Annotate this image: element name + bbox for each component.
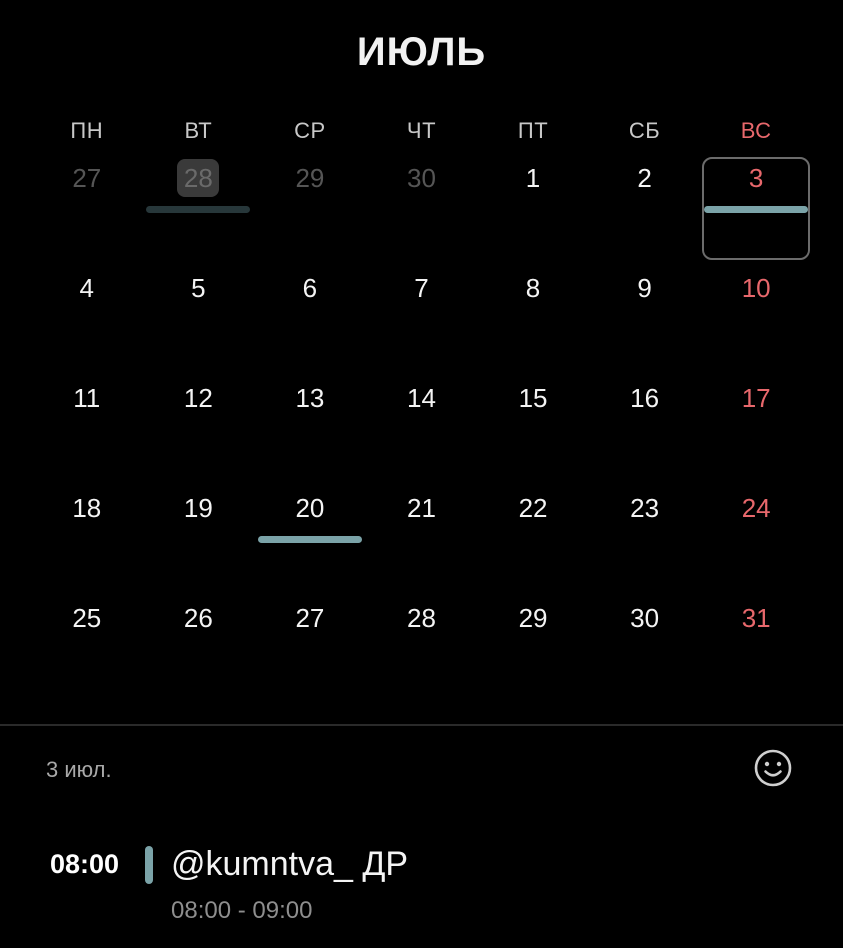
calendar-screen: ИЮЛЬ ПН ВТ СР ЧТ ПТ СБ ВС 27 28 29 30 1 2 3 4 5 6 7 8 9 10 1… bbox=[0, 0, 843, 948]
day-cell[interactable]: 23 bbox=[589, 486, 701, 596]
selected-date-label: 3 июл. bbox=[46, 757, 112, 782]
day-cell[interactable]: 22 bbox=[477, 486, 589, 596]
day-cell[interactable]: 12 bbox=[143, 376, 255, 486]
day-number: 28 bbox=[177, 159, 220, 197]
weekday-label: ВС bbox=[740, 118, 772, 143]
day-number: 4 bbox=[79, 273, 95, 303]
event-indicator bbox=[704, 206, 809, 213]
day-number: 7 bbox=[414, 273, 429, 303]
event-title: @kumntva_ ДР bbox=[171, 845, 409, 883]
day-number: 30 bbox=[407, 163, 436, 193]
day-cell[interactable]: 4 bbox=[31, 266, 143, 376]
day-cell[interactable]: 26 bbox=[143, 596, 255, 706]
day-number: 17 bbox=[741, 383, 771, 413]
day-number: 24 bbox=[741, 493, 771, 523]
day-cell[interactable]: 16 bbox=[589, 376, 701, 486]
day-number: 18 bbox=[72, 493, 102, 523]
day-cell[interactable]: 30 bbox=[366, 156, 478, 266]
day-cell[interactable]: 1 bbox=[477, 156, 589, 266]
day-cell[interactable]: 28 bbox=[366, 596, 478, 706]
day-cell[interactable]: 29 bbox=[477, 596, 589, 706]
day-cell[interactable]: 27 bbox=[254, 596, 366, 706]
day-cell[interactable]: 20 bbox=[254, 486, 366, 596]
day-cell[interactable]: 29 bbox=[254, 156, 366, 266]
day-number: 11 bbox=[73, 383, 101, 413]
event-color-marker bbox=[145, 846, 153, 884]
month-grid: 27 28 29 30 1 2 3 4 5 6 7 8 9 10 11 12 13 14 15 16 17 18 19 20 2… bbox=[31, 156, 812, 706]
day-cell[interactable]: 24 bbox=[700, 486, 812, 596]
day-number: 30 bbox=[630, 603, 660, 633]
weekday-header: ПН ВТ СР ЧТ ПТ СБ ВС bbox=[31, 118, 812, 144]
day-number: 19 bbox=[183, 493, 213, 523]
day-number: 9 bbox=[637, 273, 652, 303]
day-cell[interactable]: 6 bbox=[254, 266, 366, 376]
day-cell[interactable]: 21 bbox=[366, 486, 478, 596]
day-cell[interactable]: 19 bbox=[143, 486, 255, 596]
day-number: 22 bbox=[518, 493, 548, 523]
day-cell[interactable]: 13 bbox=[254, 376, 366, 486]
day-cell[interactable]: 17 bbox=[700, 376, 812, 486]
day-number: 5 bbox=[191, 273, 206, 303]
day-number: 27 bbox=[72, 163, 102, 193]
day-number: 14 bbox=[407, 383, 436, 413]
day-number: 8 bbox=[525, 273, 541, 303]
day-number: 27 bbox=[295, 603, 325, 633]
agenda-event[interactable]: 08:00 @kumntva_ ДР 08:00 - 09:00 bbox=[0, 843, 843, 933]
day-number: 23 bbox=[630, 493, 660, 523]
day-number: 29 bbox=[295, 163, 325, 193]
day-cell[interactable]: 11 bbox=[31, 376, 143, 486]
day-number: 10 bbox=[741, 273, 771, 303]
day-cell[interactable]: 15 bbox=[477, 376, 589, 486]
weekday-label: ПТ bbox=[517, 118, 549, 143]
day-cell[interactable]: 30 bbox=[589, 596, 701, 706]
smiley-icon[interactable] bbox=[753, 748, 793, 788]
day-number: 31 bbox=[741, 603, 771, 633]
event-indicator bbox=[257, 536, 362, 543]
day-cell[interactable]: 18 bbox=[31, 486, 143, 596]
day-cell-selected[interactable]: 3 bbox=[700, 156, 812, 266]
day-cell[interactable]: 8 bbox=[477, 266, 589, 376]
day-number: 3 bbox=[748, 163, 764, 193]
day-number: 16 bbox=[630, 383, 660, 413]
day-cell[interactable]: 31 bbox=[700, 596, 812, 706]
day-number: 13 bbox=[295, 383, 325, 413]
weekday-label: ВТ bbox=[184, 118, 213, 143]
day-cell[interactable]: 2 bbox=[589, 156, 701, 266]
day-number: 20 bbox=[295, 493, 325, 523]
weekday-label: ПН bbox=[70, 118, 104, 143]
weekday-label: СБ bbox=[628, 118, 661, 143]
day-cell[interactable]: 7 bbox=[366, 266, 478, 376]
day-number: 2 bbox=[637, 163, 652, 193]
day-cell[interactable]: 25 bbox=[31, 596, 143, 706]
day-cell[interactable]: 14 bbox=[366, 376, 478, 486]
day-number: 12 bbox=[183, 383, 213, 413]
day-cell[interactable]: 10 bbox=[700, 266, 812, 376]
event-time: 08:00 bbox=[50, 849, 120, 879]
month-title[interactable]: ИЮЛЬ bbox=[0, 30, 843, 75]
day-number: 29 bbox=[518, 603, 548, 633]
day-number: 21 bbox=[407, 493, 436, 523]
day-cell[interactable]: 27 bbox=[31, 156, 143, 266]
divider bbox=[0, 724, 843, 726]
day-number: 6 bbox=[302, 273, 318, 303]
day-number: 15 bbox=[518, 383, 548, 413]
day-number: 26 bbox=[183, 603, 213, 633]
day-cell[interactable]: 28 bbox=[143, 156, 255, 266]
event-time-range: 08:00 - 09:00 bbox=[171, 897, 313, 924]
weekday-label: ЧТ bbox=[406, 118, 437, 143]
weekday-label: СР bbox=[294, 118, 326, 143]
day-cell[interactable]: 5 bbox=[143, 266, 255, 376]
day-number: 25 bbox=[72, 603, 102, 633]
day-number: 1 bbox=[525, 163, 541, 193]
day-number: 28 bbox=[407, 603, 436, 633]
event-indicator bbox=[146, 206, 251, 213]
day-cell[interactable]: 9 bbox=[589, 266, 701, 376]
